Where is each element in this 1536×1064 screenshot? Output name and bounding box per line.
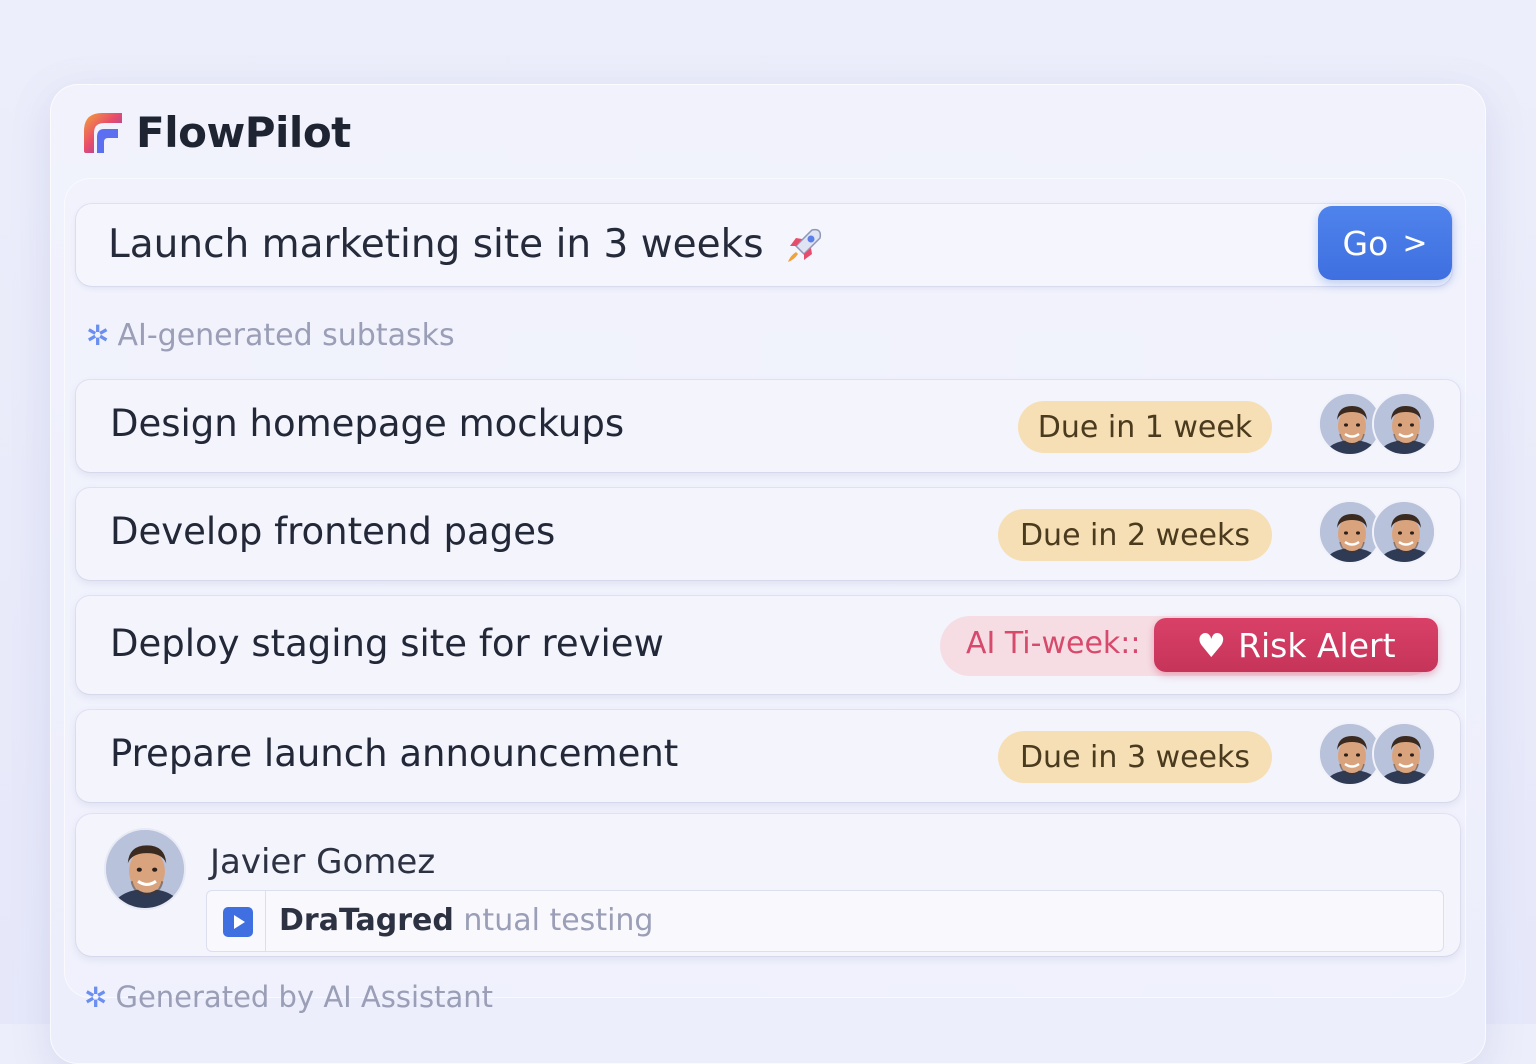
comment-input[interactable]: DraTagred ntual testing (206, 890, 1444, 952)
task-row[interactable]: Develop frontend pages Due in 2 weeks (76, 488, 1460, 580)
flowpilot-card: FlowPilot Launch marketing site in 3 wee… (50, 84, 1486, 1064)
play-icon[interactable] (223, 907, 253, 937)
goal-panel: Launch marketing site in 3 weeks Go > ✲ … (64, 178, 1466, 998)
avatar[interactable] (1372, 392, 1436, 456)
heart-icon: ♥ (1196, 625, 1227, 665)
assignee-avatars[interactable] (1318, 392, 1436, 456)
go-button[interactable]: Go > (1318, 206, 1452, 280)
assignee-avatars[interactable] (1318, 500, 1436, 564)
task-title: Design homepage mockups (110, 402, 625, 445)
flowpilot-logo-icon (84, 112, 122, 153)
ai-timeline-text: AI Ti-week:: (966, 626, 1141, 661)
task-row[interactable]: Design homepage mockups Due in 1 week (76, 380, 1460, 472)
due-badge: Due in 1 week (1018, 401, 1272, 453)
comment-strong-text: DraTagred (279, 903, 454, 938)
due-badge: Due in 2 weeks (998, 509, 1272, 561)
assignee-avatars[interactable] (1318, 722, 1436, 786)
task-row[interactable]: Prepare launch announcement Due in 3 wee… (76, 710, 1460, 802)
comment-card: Javier Gomez DraTagred ntual testing (76, 814, 1460, 956)
comment-rest-text: ntual testing (463, 903, 654, 938)
avatar[interactable] (1372, 500, 1436, 564)
risk-alert-button[interactable]: ♥ Risk Alert (1154, 618, 1438, 672)
goal-input[interactable]: Launch marketing site in 3 weeks Go > (76, 204, 1452, 286)
brand: FlowPilot (82, 108, 351, 157)
task-row[interactable]: Deploy staging site for review AI Ti-wee… (76, 596, 1460, 694)
task-title: Deploy staging site for review (110, 622, 664, 665)
subtasks-label-text: AI-generated subtasks (117, 318, 455, 353)
comment-author: Javier Gomez (210, 842, 436, 882)
comment-text: DraTagred ntual testing (279, 903, 653, 938)
task-title: Develop frontend pages (110, 510, 556, 553)
go-label: Go (1342, 223, 1389, 263)
avatar[interactable] (1372, 722, 1436, 786)
footer: ✲ Generated by AI Assistant (84, 980, 493, 1014)
app-name: FlowPilot (136, 108, 351, 157)
sparkle-icon: ✲ (86, 319, 110, 352)
rocket-icon (788, 228, 822, 262)
chevron-right-icon: > (1402, 225, 1428, 261)
sparkle-icon: ✲ (84, 980, 108, 1014)
subtasks-label: ✲ AI-generated subtasks (86, 318, 455, 353)
task-title: Prepare launch announcement (110, 732, 679, 775)
avatar[interactable] (104, 828, 186, 910)
footer-text: Generated by AI Assistant (115, 980, 494, 1014)
divider (265, 891, 266, 951)
due-badge: Due in 3 weeks (998, 731, 1272, 783)
ai-risk-pill[interactable]: AI Ti-week:: ♥ Risk Alert (940, 616, 1438, 676)
goal-text: Launch marketing site in 3 weeks (108, 222, 764, 267)
risk-alert-label: Risk Alert (1238, 625, 1396, 665)
